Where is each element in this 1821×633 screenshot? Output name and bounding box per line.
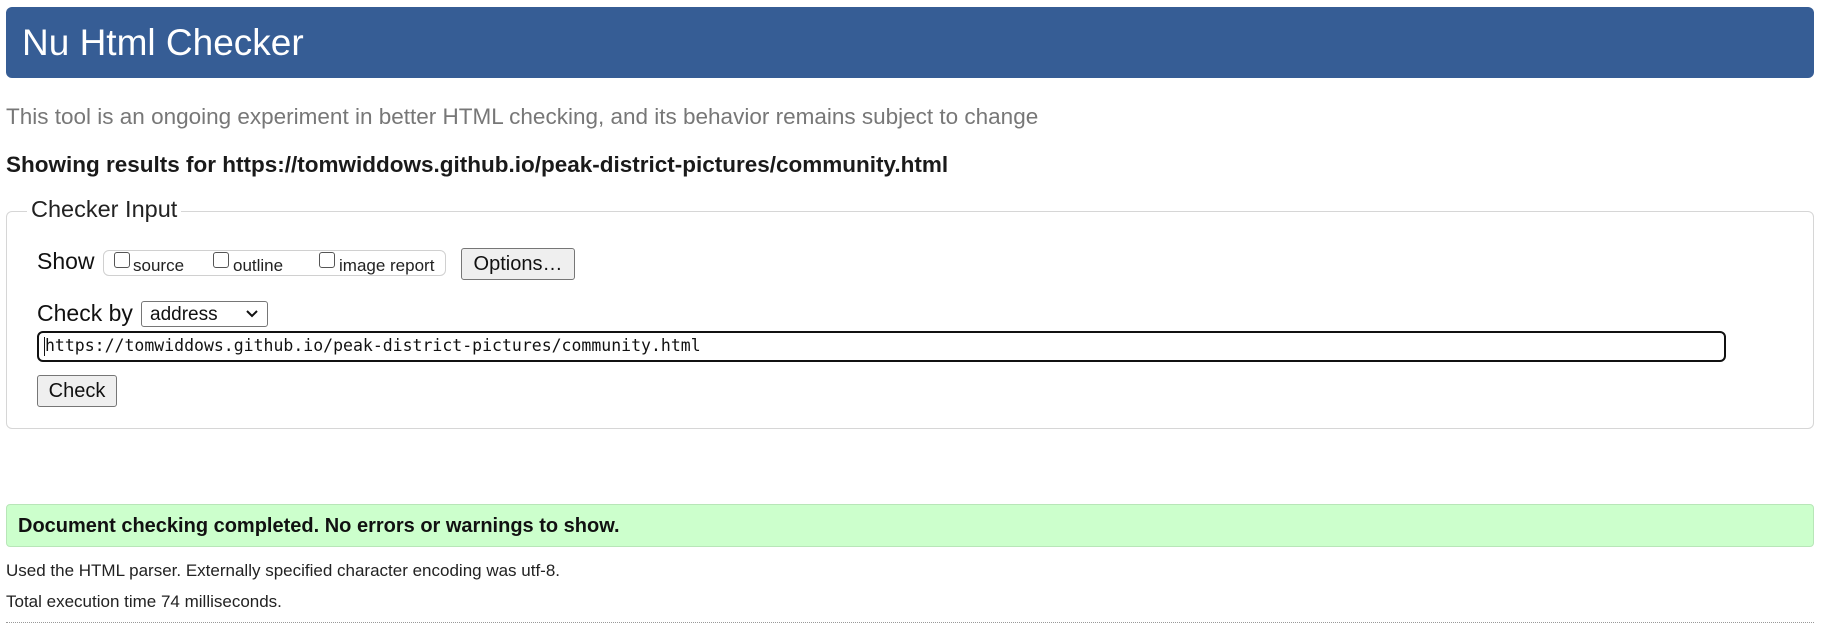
source-checkbox-label[interactable]: source xyxy=(133,257,184,274)
image-report-checkbox-label[interactable]: image report xyxy=(339,257,434,274)
outline-checkbox-label[interactable]: outline xyxy=(233,257,283,274)
check-by-selected-value: address xyxy=(150,304,218,325)
check-by-select[interactable]: address xyxy=(141,301,268,327)
showing-results-heading: Showing results for https://tomwiddows.g… xyxy=(6,152,949,177)
bottom-divider xyxy=(6,622,1814,623)
success-message: Document checking completed. No errors o… xyxy=(18,515,620,537)
url-input[interactable]: https://tomwiddows.github.io/peak-distri… xyxy=(37,331,1726,362)
parser-details: Used the HTML parser. Externally specifi… xyxy=(6,561,561,580)
text-caret xyxy=(44,337,45,356)
page: Nu Html Checker This tool is an ongoing … xyxy=(0,0,1821,633)
checker-input-fieldset xyxy=(6,211,1814,429)
page-title: Nu Html Checker xyxy=(22,22,304,63)
show-label: Show xyxy=(37,248,95,274)
outline-checkbox[interactable] xyxy=(213,252,229,268)
chevron-down-icon xyxy=(246,310,258,318)
check-by-label: Check by xyxy=(37,300,133,326)
intro-text: This tool is an ongoing experiment in be… xyxy=(6,104,1039,129)
check-button[interactable]: Check xyxy=(37,375,117,407)
header-bar: Nu Html Checker xyxy=(6,7,1814,78)
success-message-box: Document checking completed. No errors o… xyxy=(6,504,1814,547)
execution-time: Total execution time 74 milliseconds. xyxy=(6,592,282,611)
source-checkbox[interactable] xyxy=(114,252,130,268)
url-input-value: https://tomwiddows.github.io/peak-distri… xyxy=(45,336,701,355)
checker-input-legend: Checker Input xyxy=(27,197,182,222)
options-button[interactable]: Options… xyxy=(461,248,575,280)
image-report-checkbox[interactable] xyxy=(319,252,335,268)
